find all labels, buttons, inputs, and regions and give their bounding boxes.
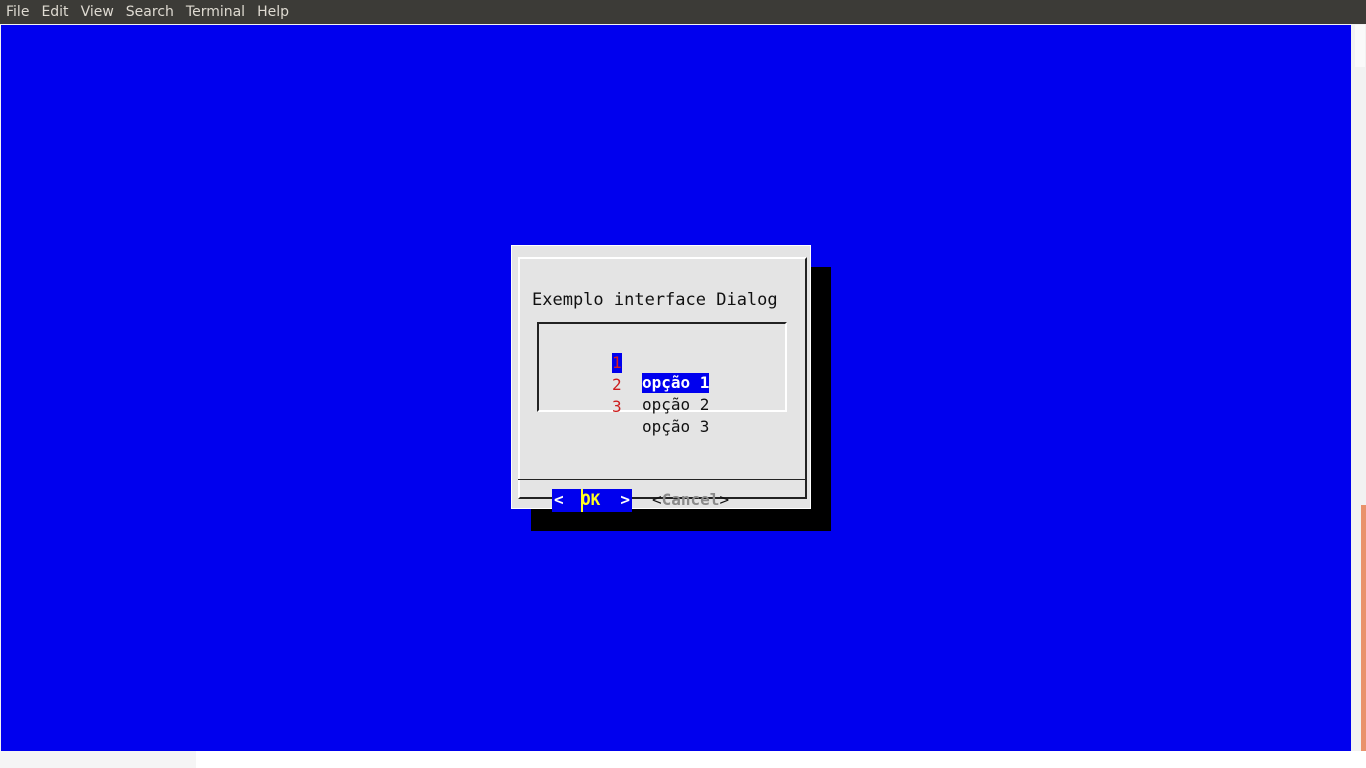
bottom-strip — [0, 751, 1366, 768]
menu-terminal[interactable]: Terminal — [180, 0, 251, 24]
cancel-open-bracket: < — [652, 490, 662, 509]
dialog-window: Exemplo interface Dialog 1 opção 1 2 opç… — [511, 245, 811, 512]
ok-button[interactable]: < OK > — [552, 489, 632, 512]
menu-search[interactable]: Search — [120, 0, 180, 24]
ok-button-right-bracket: > — [620, 490, 630, 509]
menu-bar: File Edit View Search Terminal Help — [0, 0, 1366, 24]
cancel-button-label: Cancel — [661, 490, 720, 509]
ok-button-label: OK — [581, 490, 601, 509]
dialog-title: Exemplo interface Dialog — [532, 290, 778, 310]
text-cursor — [581, 489, 583, 512]
menu-help[interactable]: Help — [251, 0, 295, 24]
cancel-button[interactable]: <Cancel> — [652, 490, 729, 509]
scrollbar-thumb[interactable] — [1361, 505, 1366, 768]
menu-file[interactable]: File — [0, 0, 35, 24]
button-separator — [518, 479, 807, 480]
terminal-area[interactable]: Exemplo interface Dialog 1 opção 1 2 opç… — [1, 25, 1351, 751]
list-item-label: opção 3 — [642, 417, 710, 436]
bottom-tab — [0, 751, 196, 768]
menu-view[interactable]: View — [75, 0, 120, 24]
menu-edit[interactable]: Edit — [35, 0, 74, 24]
list-item-tag: 3 — [612, 397, 622, 416]
scrollbar-top-region — [1355, 25, 1365, 67]
list-item[interactable]: 3 opção 3 — [612, 377, 709, 457]
ok-button-left-bracket: < — [554, 490, 564, 509]
cancel-close-bracket: > — [719, 490, 730, 509]
